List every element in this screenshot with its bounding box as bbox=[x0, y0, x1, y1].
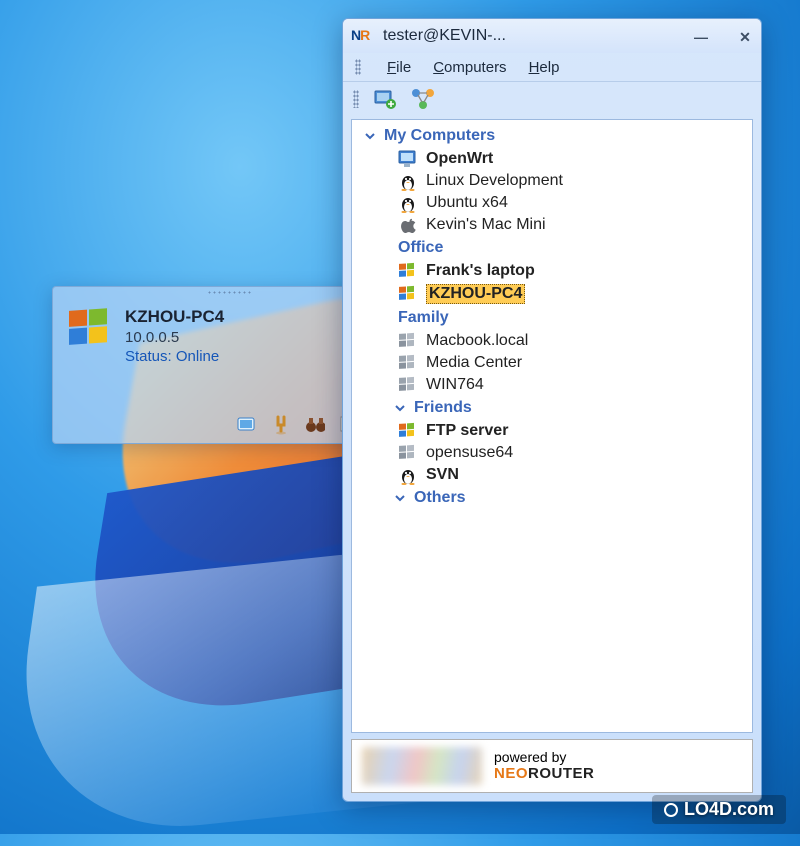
menubar-grip[interactable] bbox=[355, 59, 361, 75]
computer-label: Frank's laptop bbox=[426, 262, 535, 280]
monitor-icon bbox=[398, 150, 418, 168]
minimize-button[interactable]: — bbox=[693, 29, 709, 43]
powered-by-label: powered by bbox=[494, 749, 594, 765]
network-button[interactable] bbox=[409, 86, 437, 112]
app-logo-icon: NR bbox=[351, 27, 375, 45]
group-label: Others bbox=[414, 489, 466, 507]
window-title: tester@KEVIN-... bbox=[383, 27, 693, 45]
computer-label: Media Center bbox=[426, 354, 522, 372]
watermark-bullet-icon bbox=[664, 803, 678, 817]
computer-node[interactable]: KZHOU-PC4 bbox=[354, 282, 750, 306]
drag-grip[interactable] bbox=[207, 290, 251, 295]
tux-icon bbox=[398, 466, 418, 484]
windows-icon bbox=[398, 285, 418, 303]
menu-computers[interactable]: Computers bbox=[433, 59, 506, 76]
add-computer-button[interactable] bbox=[371, 86, 399, 112]
toolbar bbox=[343, 81, 761, 115]
computer-node[interactable]: Linux Development bbox=[354, 170, 750, 192]
group-others[interactable]: Others bbox=[354, 486, 750, 510]
binoculars-icon[interactable] bbox=[305, 415, 325, 435]
neorouter-window: NR tester@KEVIN-... — ✕ File Computers H… bbox=[342, 18, 762, 802]
computer-node[interactable]: Kevin's Mac Mini bbox=[354, 214, 750, 236]
computer-node[interactable]: OpenWrt bbox=[354, 148, 750, 170]
watermark-text: LO4D.com bbox=[684, 799, 774, 820]
computer-node[interactable]: SVN bbox=[354, 464, 750, 486]
computer-node[interactable]: WIN764 bbox=[354, 374, 750, 396]
footer-ad-image bbox=[362, 747, 482, 785]
site-watermark: LO4D.com bbox=[652, 795, 786, 824]
computer-node[interactable]: Frank's laptop bbox=[354, 260, 750, 282]
remote-desktop-icon[interactable] bbox=[237, 415, 257, 435]
footer-banner[interactable]: powered by NEOROUTER bbox=[351, 739, 753, 793]
computer-label: OpenWrt bbox=[426, 150, 493, 168]
apple-icon bbox=[398, 216, 418, 234]
close-button[interactable]: ✕ bbox=[737, 29, 753, 43]
computer-label: Linux Development bbox=[426, 172, 563, 190]
windows-gray-icon bbox=[398, 354, 418, 372]
computer-node[interactable]: Ubuntu x64 bbox=[354, 192, 750, 214]
windows-logo-icon bbox=[67, 307, 113, 365]
windows-gray-icon bbox=[398, 376, 418, 394]
computer-node[interactable]: Media Center bbox=[354, 352, 750, 374]
group-label: Friends bbox=[414, 399, 472, 417]
computer-label: Kevin's Mac Mini bbox=[426, 216, 546, 234]
computer-label: opensuse64 bbox=[426, 444, 513, 462]
group-label: Family bbox=[398, 309, 449, 327]
group-label: Office bbox=[398, 239, 443, 257]
computer-node[interactable]: opensuse64 bbox=[354, 442, 750, 464]
tux-icon bbox=[398, 172, 418, 190]
group-my-computers[interactable]: My Computers bbox=[354, 124, 750, 148]
group-family[interactable]: Family bbox=[354, 306, 750, 330]
group-friends[interactable]: Friends bbox=[354, 396, 750, 420]
computer-label: Macbook.local bbox=[426, 332, 528, 350]
toolbar-grip[interactable] bbox=[353, 90, 359, 108]
computer-node[interactable]: Macbook.local bbox=[354, 330, 750, 352]
menu-help[interactable]: Help bbox=[529, 59, 560, 76]
neorouter-logo-text: NEOROUTER bbox=[494, 765, 594, 782]
computer-label: SVN bbox=[426, 466, 459, 484]
windows-gray-icon bbox=[398, 332, 418, 350]
wake-icon[interactable] bbox=[271, 415, 291, 435]
group-label: My Computers bbox=[384, 127, 495, 145]
windows-icon bbox=[398, 422, 418, 440]
menu-file[interactable]: File bbox=[387, 59, 411, 76]
computer-tree[interactable]: My Computers OpenWrt Linux Development Ubun… bbox=[351, 119, 753, 733]
group-office[interactable]: Office bbox=[354, 236, 750, 260]
tux-icon bbox=[398, 194, 418, 212]
computer-node[interactable]: FTP server bbox=[354, 420, 750, 442]
windows-gray-icon bbox=[398, 444, 418, 462]
titlebar[interactable]: NR tester@KEVIN-... — ✕ bbox=[343, 19, 761, 53]
computer-label: KZHOU-PC4 bbox=[426, 284, 525, 304]
computer-label: FTP server bbox=[426, 422, 508, 440]
computer-label: Ubuntu x64 bbox=[426, 194, 508, 212]
menubar: File Computers Help bbox=[343, 53, 761, 81]
windows-icon bbox=[398, 262, 418, 280]
computer-label: WIN764 bbox=[426, 376, 484, 394]
